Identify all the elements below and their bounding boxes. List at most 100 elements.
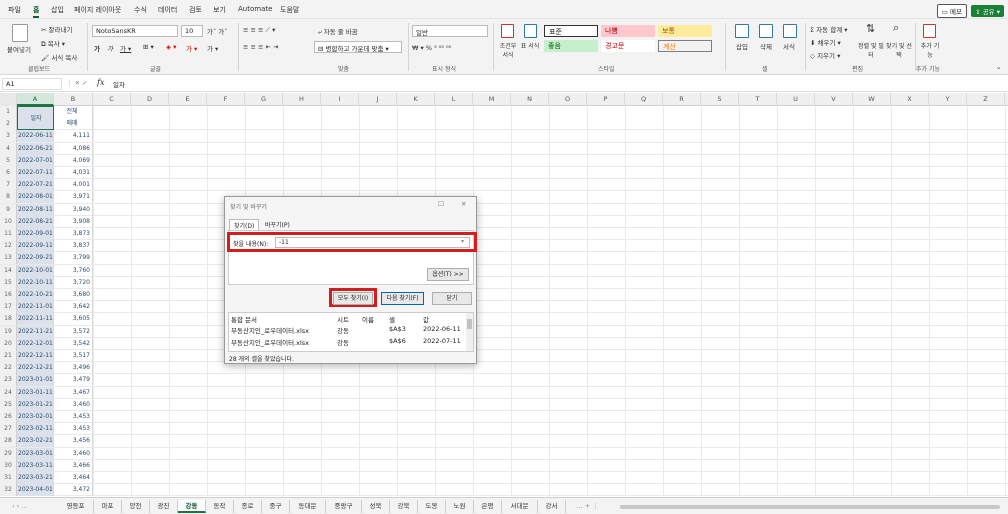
column-header-j[interactable]: J: [359, 93, 397, 106]
column-header-f[interactable]: F: [207, 93, 245, 106]
column-header-e[interactable]: E: [169, 93, 207, 106]
cell-date[interactable]: 2022-12-01: [17, 337, 54, 350]
cell-value[interactable]: 4,001: [54, 179, 93, 192]
row-number[interactable]: 3: [0, 130, 17, 143]
sheet-tab[interactable]: 중구: [262, 500, 290, 513]
cell-value[interactable]: 3,837: [54, 240, 93, 253]
menu-help[interactable]: 도움말: [280, 5, 299, 15]
sheet-tab[interactable]: 종로: [234, 500, 262, 513]
maximize-icon[interactable]: ☐: [438, 200, 444, 208]
row-number[interactable]: 2: [0, 118, 17, 131]
font-name-select[interactable]: NotoSansKR: [92, 25, 178, 37]
column-header-a[interactable]: A: [17, 93, 54, 106]
column-header-t[interactable]: T: [739, 93, 777, 106]
fill-button[interactable]: ⬇ 채우기 ▾: [810, 37, 841, 47]
cell-date[interactable]: 2023-01-11: [17, 386, 54, 399]
column-header-p[interactable]: P: [587, 93, 625, 106]
worksheet-grid[interactable]: 1 2 일자 전체 매매 3 2022-06-11 4,111 4 2022-06-21 4,086…: [0, 106, 1008, 496]
menu-home[interactable]: 홈: [33, 5, 40, 18]
close-button[interactable]: 닫기: [432, 292, 472, 305]
wrap-text-button[interactable]: ⤶ 자동 줄 바꿈: [318, 26, 358, 37]
column-header-b[interactable]: B: [54, 93, 93, 106]
row-number[interactable]: 5: [0, 154, 17, 167]
add-ins-icon[interactable]: [923, 24, 936, 38]
cell-date[interactable]: 2023-03-11: [17, 459, 54, 472]
cell-value[interactable]: 3,460: [54, 398, 93, 411]
cell-value[interactable]: 3,760: [54, 264, 93, 277]
cell-date[interactable]: 2023-03-21: [17, 472, 54, 484]
cell-date[interactable]: 2022-08-01: [17, 191, 54, 204]
fill-color-button[interactable]: ◈ ▾: [166, 43, 176, 51]
cell-value[interactable]: 3,472: [54, 484, 93, 496]
sheet-tab[interactable]: 중랑구: [326, 500, 362, 513]
format-painter-button[interactable]: 🖌 서식 복사: [41, 52, 77, 62]
name-box[interactable]: A1: [2, 78, 62, 90]
row-number[interactable]: 7: [0, 179, 17, 192]
underline-button[interactable]: 가 ▾: [120, 43, 131, 53]
sheet-tab[interactable]: 노원: [446, 500, 474, 513]
find-all-button[interactable]: 모두 찾기(I): [333, 292, 373, 305]
cell-value[interactable]: 3,873: [54, 228, 93, 240]
formula-input[interactable]: 일자: [110, 78, 990, 90]
row-number[interactable]: 20: [0, 337, 17, 350]
row-number[interactable]: 9: [0, 203, 17, 216]
column-header-d[interactable]: D: [131, 93, 169, 106]
tab-replace[interactable]: 바꾸기(P): [261, 219, 294, 230]
column-header-g[interactable]: G: [245, 93, 283, 106]
cell-value[interactable]: 4,086: [54, 142, 93, 155]
style-bad[interactable]: 나쁨: [601, 25, 655, 37]
results-list[interactable]: 통합 문서 시트 이름 셀 값 부동산지인_로우데이터.xlsx 강동 $A$3 20…: [228, 312, 474, 352]
column-header-z[interactable]: Z: [967, 93, 1005, 106]
cell-date[interactable]: 2022-07-11: [17, 167, 54, 179]
cell-value[interactable]: 3,572: [54, 325, 93, 338]
find-next-button[interactable]: 다음 찾기(F): [381, 292, 424, 305]
format-cells-button[interactable]: 서식: [783, 41, 795, 51]
row-number[interactable]: 17: [0, 301, 17, 314]
menu-insert[interactable]: 삽입: [51, 5, 64, 15]
menu-review[interactable]: 검토: [189, 5, 202, 15]
menu-data[interactable]: 데이터: [158, 5, 177, 15]
results-scrollbar[interactable]: [466, 313, 473, 351]
header-cell-trade[interactable]: 매매: [54, 118, 93, 131]
font-color-button[interactable]: 가 ▾: [186, 43, 197, 53]
row-number[interactable]: 28: [0, 435, 17, 448]
cell-date[interactable]: 2022-11-21: [17, 325, 54, 338]
cell-value[interactable]: 4,031: [54, 167, 93, 179]
cell-date[interactable]: 2022-06-21: [17, 142, 54, 155]
sheet-tab[interactable]: 성북: [362, 500, 390, 513]
list-item[interactable]: 부동산지인_로우데이터.xlsx 강동 $A$6 2022-07-11: [229, 337, 465, 348]
paste-button[interactable]: 붙여넣기: [7, 44, 31, 54]
row-number[interactable]: 12: [0, 240, 17, 253]
cell-date[interactable]: 2022-09-21: [17, 252, 54, 265]
cell-value[interactable]: 3,453: [54, 411, 93, 423]
conditional-format-button[interactable]: 조건부 서식: [497, 41, 519, 59]
header-cell-total[interactable]: 전체: [54, 106, 93, 118]
row-number[interactable]: 13: [0, 252, 17, 265]
sheet-tab[interactable]: 강북: [390, 500, 418, 513]
autosum-button[interactable]: Σ 자동 합계 ▾: [810, 24, 848, 34]
cell-value[interactable]: 3,542: [54, 337, 93, 350]
cell-date[interactable]: 2022-09-01: [17, 228, 54, 240]
row-number[interactable]: 19: [0, 325, 17, 338]
column-header-m[interactable]: M: [473, 93, 511, 106]
sheet-tab[interactable]: 서대문: [502, 500, 538, 513]
select-all-corner[interactable]: [0, 93, 17, 106]
menu-page-layout[interactable]: 페이지 레이아웃: [74, 5, 121, 15]
row-number[interactable]: 6: [0, 167, 17, 179]
share-button[interactable]: ⇪ 공유 ▾: [971, 5, 1004, 17]
currency-button[interactable]: ₩ ▾ % ⁹ ⁰⁰ ⁰⁰: [412, 44, 451, 52]
cell-date[interactable]: 2023-02-01: [17, 411, 54, 423]
cell-value[interactable]: 3,479: [54, 374, 93, 387]
collapse-ribbon-icon[interactable]: ⌄: [996, 63, 1001, 71]
delete-cells-button[interactable]: 삭제: [760, 41, 772, 51]
row-number[interactable]: 27: [0, 423, 17, 436]
formula-cancel-icon[interactable]: ⋮ ✕ ✓: [66, 79, 88, 87]
row-number[interactable]: 24: [0, 386, 17, 399]
header-cell-date[interactable]: 일자: [17, 106, 54, 130]
column-header-x[interactable]: X: [891, 93, 929, 106]
options-button[interactable]: 옵션(T) >>: [427, 268, 469, 281]
insert-cells-icon[interactable]: [735, 24, 749, 38]
table-format-button[interactable]: 표 서식: [520, 41, 540, 50]
clear-button[interactable]: ◇ 지우기 ▾: [810, 50, 840, 60]
memo-button[interactable]: ▭ 메모: [936, 4, 967, 18]
